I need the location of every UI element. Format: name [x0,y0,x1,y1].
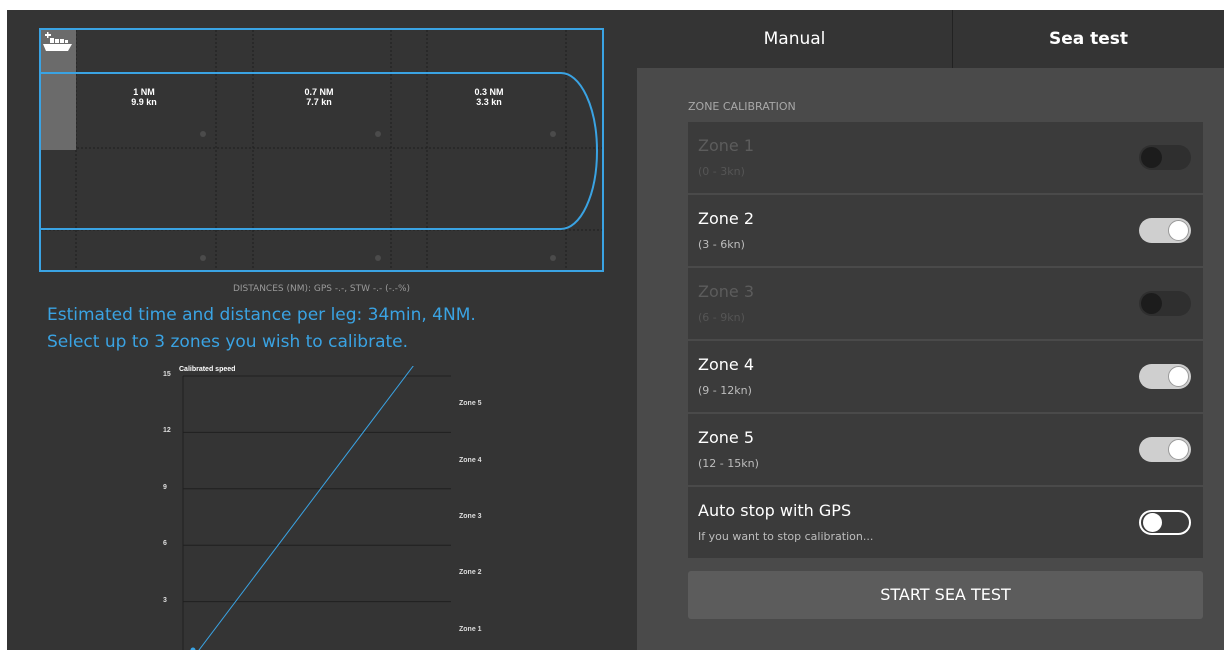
leg-2-speed: 7.7 kn [306,97,332,107]
toggle-knob [1141,293,1162,314]
zone-row-3: Zone 3 (6 - 9kn) [688,268,1203,339]
toggle-knob [1168,366,1189,387]
zone-1-toggle[interactable] [1139,145,1191,170]
distances-readout: DISTANCES (NM): GPS -.-, STW -.- (-.-%) [232,284,411,294]
chart-plot [182,366,451,650]
zone-name: Zone 5 [698,428,754,447]
zone-calibration-heading: ZONE CALIBRATION [688,100,796,113]
right-panel: Manual Sea test ZONE CALIBRATION Zone 1 … [637,10,1224,650]
chart-zone-label: Zone 1 [459,625,482,633]
zone-range: (6 - 9kn) [698,311,745,324]
route-map: 1 NM 9.9 kn 0.7 NM 7.7 kn 0.3 NM 3.3 kn [39,28,604,272]
zone-name: Zone 2 [698,209,754,228]
chart-zone-label: Zone 3 [459,513,482,520]
auto-stop-label: Auto stop with GPS [698,501,852,520]
chart-y-tick-label: 15 [163,371,171,378]
toggle-knob [1168,220,1189,241]
leg-2-distance: 0.7 NM [304,87,334,97]
toggle-knob [1141,147,1162,168]
leg-3-distance: 0.3 NM [474,87,504,97]
auto-stop-toggle[interactable] [1139,510,1191,535]
app-window: 1 NM 9.9 kn 0.7 NM 7.7 kn 0.3 NM 3.3 kn … [7,10,1224,650]
tab-manual[interactable]: Manual [637,10,953,68]
zone-row-5: Zone 5 (12 - 15kn) [688,414,1203,485]
toggle-knob [1143,513,1162,532]
zone-range: (9 - 12kn) [698,384,752,397]
zone-range: (3 - 6kn) [698,238,745,251]
left-panel: 1 NM 9.9 kn 0.7 NM 7.7 kn 0.3 NM 3.3 kn … [7,10,637,650]
auto-stop-row: Auto stop with GPS If you want to stop c… [688,487,1203,558]
zone-row-1: Zone 1 (0 - 3kn) [688,122,1203,193]
chart-series-line [198,366,414,650]
leg-3-speed: 3.3 kn [476,97,502,107]
leg-3-label: 0.3 NM 3.3 kn [459,87,519,107]
zone-name: Zone 3 [698,282,754,301]
zone-row-2: Zone 2 (3 - 6kn) [688,195,1203,266]
chart-y-tick-label: 3 [163,596,167,604]
zone-5-toggle[interactable] [1139,437,1191,462]
leg-1-speed: 9.9 kn [131,97,157,107]
chart-zone-label: Zone 2 [459,569,482,577]
select-hint-text: Select up to 3 zones you wish to calibra… [47,332,409,352]
chart-zone-label: Zone 4 [459,456,482,464]
zone-2-toggle[interactable] [1139,218,1191,243]
ship-icon [43,32,72,51]
chart-y-tick-label: 6 [163,540,167,548]
zone-3-toggle[interactable] [1139,291,1191,316]
chart-y-tick-label: 12 [163,427,171,435]
zone-name: Zone 1 [698,136,754,155]
start-sea-test-button[interactable]: START SEA TEST [688,571,1203,619]
chart-zone-label: Zone 5 [459,400,482,408]
calibration-chart: Calibrated speed 15 12 9 6 3 Zone 5 Zone 4 Zon… [147,366,487,650]
leg-1-distance: 1 NM [133,87,155,97]
auto-stop-description: If you want to stop calibration... [698,530,874,543]
tab-bar: Manual Sea test [637,10,1224,68]
toggle-knob [1168,439,1189,460]
zone-range: (0 - 3kn) [698,165,745,178]
leg-1-label: 1 NM 9.9 kn [114,87,174,107]
zone-range: (12 - 15kn) [698,457,759,470]
route-map-graphic [41,30,602,270]
zone-name: Zone 4 [698,355,754,374]
chart-y-tick-label: 9 [163,483,167,491]
zone-row-4: Zone 4 (9 - 12kn) [688,341,1203,412]
tab-sea-test[interactable]: Sea test [953,10,1224,68]
zone-4-toggle[interactable] [1139,364,1191,389]
leg-2-label: 0.7 NM 7.7 kn [289,87,349,107]
estimate-text: Estimated time and distance per leg: 34m… [47,305,476,325]
